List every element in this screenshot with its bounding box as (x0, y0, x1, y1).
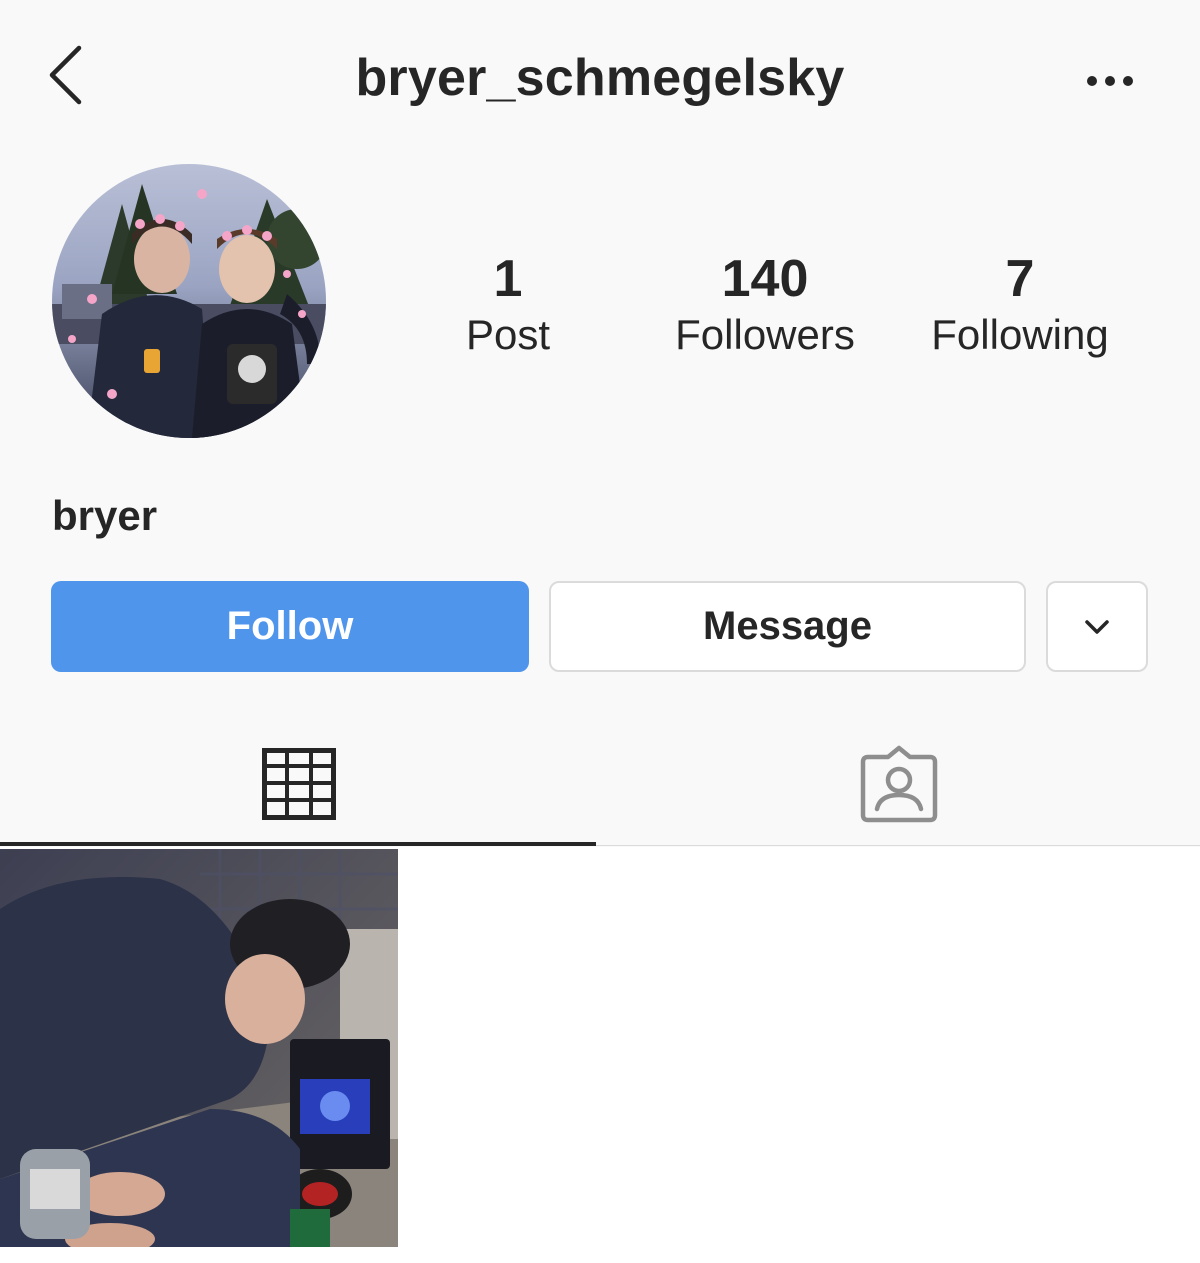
follow-button[interactable]: Follow (51, 581, 529, 672)
tab-tagged[interactable] (600, 720, 1198, 847)
page-title: bryer_schmegelsky (355, 49, 845, 107)
followers-label: Followers (675, 311, 855, 358)
following-label: Following (931, 311, 1109, 358)
chevron-down-icon (1085, 619, 1109, 634)
posts-count: 1 (493, 250, 523, 308)
stat-followers[interactable]: 140 Followers (640, 250, 890, 362)
tab-divider (596, 845, 1200, 846)
profile-avatar[interactable] (52, 164, 326, 438)
followers-count: 140 (721, 250, 809, 308)
suggested-accounts-button[interactable] (1046, 581, 1148, 672)
grid-icon (262, 747, 336, 820)
message-button[interactable]: Message (549, 581, 1026, 672)
stat-posts[interactable]: 1 Post (418, 250, 598, 362)
back-button[interactable] (40, 40, 90, 110)
display-name: bryer (52, 492, 158, 539)
chevron-left-icon (49, 45, 82, 105)
tab-posts-grid[interactable] (0, 720, 598, 847)
more-horizontal-icon (1087, 75, 1133, 86)
following-count: 7 (1005, 250, 1035, 308)
posts-label: Post (465, 311, 551, 358)
tagged-person-icon (860, 745, 938, 822)
post-thumbnail[interactable] (0, 849, 398, 1247)
active-tab-indicator (0, 842, 596, 846)
stat-following[interactable]: 7 Following (900, 250, 1140, 362)
more-options-button[interactable] (1075, 58, 1145, 103)
